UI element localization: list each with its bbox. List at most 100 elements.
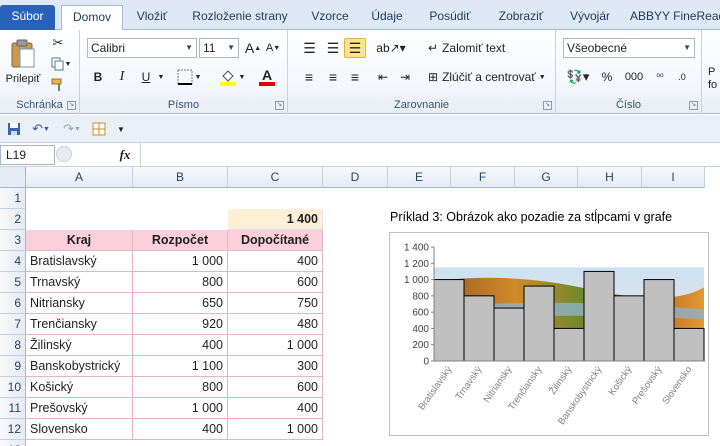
- table-cell[interactable]: 1 000: [228, 335, 323, 356]
- tab-formulas[interactable]: Vzorce: [304, 5, 356, 30]
- redo-button[interactable]: ↷ ▼: [58, 120, 86, 138]
- table-cell[interactable]: 400: [228, 398, 323, 419]
- align-top-button[interactable]: ☰: [298, 38, 320, 58]
- italic-button[interactable]: I: [112, 67, 132, 87]
- chart-bar[interactable]: [553, 327, 585, 362]
- column-header-b[interactable]: B: [133, 167, 228, 188]
- borders-qat-button[interactable]: [90, 120, 108, 138]
- row-header-5[interactable]: 5: [0, 272, 26, 293]
- tab-insert[interactable]: Vložiť: [128, 5, 176, 30]
- grow-font-button[interactable]: A ▲: [244, 38, 262, 58]
- tab-page-layout[interactable]: Rozloženie strany: [186, 5, 294, 30]
- decrease-decimal-button[interactable]: .0: [672, 67, 692, 87]
- column-header-f[interactable]: F: [451, 167, 515, 188]
- number-format-select[interactable]: Všeobecné ▼: [563, 38, 695, 58]
- column-header-d[interactable]: D: [323, 167, 388, 188]
- chart-bar[interactable]: [463, 295, 495, 362]
- tab-abbyy[interactable]: ABBYY FineRead: [630, 5, 720, 30]
- column-header-e[interactable]: E: [388, 167, 451, 188]
- underline-button[interactable]: U: [136, 67, 156, 87]
- decrease-indent-button[interactable]: ⇤: [372, 67, 394, 87]
- table-cell[interactable]: 800: [133, 377, 228, 398]
- save-button[interactable]: [5, 120, 23, 138]
- align-middle-button[interactable]: ☰: [322, 38, 344, 58]
- table-cell[interactable]: 1 000: [228, 419, 323, 440]
- cut-button[interactable]: ✂: [48, 34, 68, 52]
- bold-button[interactable]: B: [88, 67, 108, 87]
- tab-file[interactable]: Súbor: [0, 5, 55, 30]
- table-cell[interactable]: 800: [133, 272, 228, 293]
- chart-bar[interactable]: [673, 327, 705, 362]
- table-cell[interactable]: 400: [133, 335, 228, 356]
- formula-input[interactable]: [140, 143, 720, 166]
- table-header-cell[interactable]: Dopočítané: [228, 230, 323, 251]
- table-row-label[interactable]: Žilinský: [26, 335, 133, 356]
- chart-bar[interactable]: [523, 285, 555, 362]
- chart-bar[interactable]: [583, 270, 615, 362]
- copy-button[interactable]: ▼: [48, 55, 74, 73]
- tab-data[interactable]: Údaje: [366, 5, 408, 30]
- row-header-10[interactable]: 10: [0, 377, 26, 398]
- name-box[interactable]: L19: [0, 145, 55, 165]
- table-cell[interactable]: 920: [133, 314, 228, 335]
- table-row-label[interactable]: Slovensko: [26, 419, 133, 440]
- table-cell[interactable]: 650: [133, 293, 228, 314]
- orientation-button[interactable]: ab↗▾: [376, 38, 406, 58]
- font-color-button[interactable]: A: [252, 67, 282, 87]
- fill-color-button[interactable]: ▼: [216, 67, 248, 87]
- align-right-button[interactable]: ≡: [344, 67, 366, 87]
- table-cell[interactable]: 1 100: [133, 356, 228, 377]
- table-header-cell[interactable]: Rozpočet: [133, 230, 228, 251]
- embedded-chart[interactable]: 0 200 400 600 800 1 000 1 200 1 400 Bratislavsk…: [389, 232, 709, 436]
- column-header-a[interactable]: A: [26, 167, 133, 188]
- row-header-7[interactable]: 7: [0, 314, 26, 335]
- row-header-12[interactable]: 12: [0, 419, 26, 440]
- row-header-6[interactable]: 6: [0, 293, 26, 314]
- increase-indent-button[interactable]: ⇥: [394, 67, 416, 87]
- table-row-label[interactable]: Košický: [26, 377, 133, 398]
- chart-bar[interactable]: [643, 279, 675, 362]
- wrap-text-button[interactable]: ↵ Zalomiť text: [428, 38, 518, 58]
- chart-bar[interactable]: [493, 307, 525, 362]
- table-row-label[interactable]: Trnavský: [26, 272, 133, 293]
- dialog-launcher-icon[interactable]: ↘: [275, 101, 284, 110]
- increase-decimal-button[interactable]: ⁰⁰: [650, 67, 670, 87]
- align-left-button[interactable]: ≡: [298, 67, 320, 87]
- table-row-label[interactable]: Trenčiansky: [26, 314, 133, 335]
- merge-center-button[interactable]: ⊞ Zlúčiť a centrovať ▼: [428, 67, 554, 87]
- align-center-button[interactable]: ≡: [322, 67, 344, 87]
- select-all-corner[interactable]: [0, 167, 26, 188]
- font-name-select[interactable]: Calibri ▼: [87, 38, 197, 58]
- percent-button[interactable]: %: [598, 67, 616, 87]
- chart-bar[interactable]: [613, 295, 645, 362]
- column-header-c[interactable]: C: [228, 167, 323, 188]
- font-size-select[interactable]: 11 ▼: [199, 38, 239, 58]
- table-row-label[interactable]: Banskobystrický: [26, 356, 133, 377]
- accounting-format-button[interactable]: 💱▾: [564, 67, 592, 87]
- tab-developer[interactable]: Vývojár: [565, 5, 615, 30]
- column-header-h[interactable]: H: [578, 167, 642, 188]
- insert-function-button[interactable]: fx: [110, 144, 140, 166]
- shrink-font-button[interactable]: A ▼: [264, 38, 282, 58]
- dialog-launcher-icon[interactable]: ↘: [67, 101, 76, 110]
- row-header-1[interactable]: 1: [0, 188, 26, 209]
- thousands-separator-button[interactable]: 000: [622, 67, 646, 87]
- tab-review[interactable]: Posúdiť: [424, 5, 476, 30]
- row-header-3[interactable]: 3: [0, 230, 26, 251]
- table-cell[interactable]: 400: [133, 419, 228, 440]
- table-cell[interactable]: 480: [228, 314, 323, 335]
- table-cell[interactable]: 300: [228, 356, 323, 377]
- format-painter-button[interactable]: [48, 76, 68, 94]
- dialog-launcher-icon[interactable]: ↘: [689, 101, 698, 110]
- styles-group-partial[interactable]: P fo: [708, 66, 720, 92]
- column-header-i[interactable]: I: [642, 167, 705, 188]
- chart-bar[interactable]: [433, 279, 465, 362]
- align-bottom-button[interactable]: ☰: [344, 38, 366, 58]
- tab-view[interactable]: Zobraziť: [492, 5, 550, 30]
- table-cell[interactable]: 750: [228, 293, 323, 314]
- table-cell[interactable]: 1 000: [133, 398, 228, 419]
- row-header-13[interactable]: 13: [0, 440, 26, 446]
- row-header-9[interactable]: 9: [0, 356, 26, 377]
- table-cell[interactable]: 1 000: [133, 251, 228, 272]
- cell-c2[interactable]: 1 400: [228, 209, 323, 230]
